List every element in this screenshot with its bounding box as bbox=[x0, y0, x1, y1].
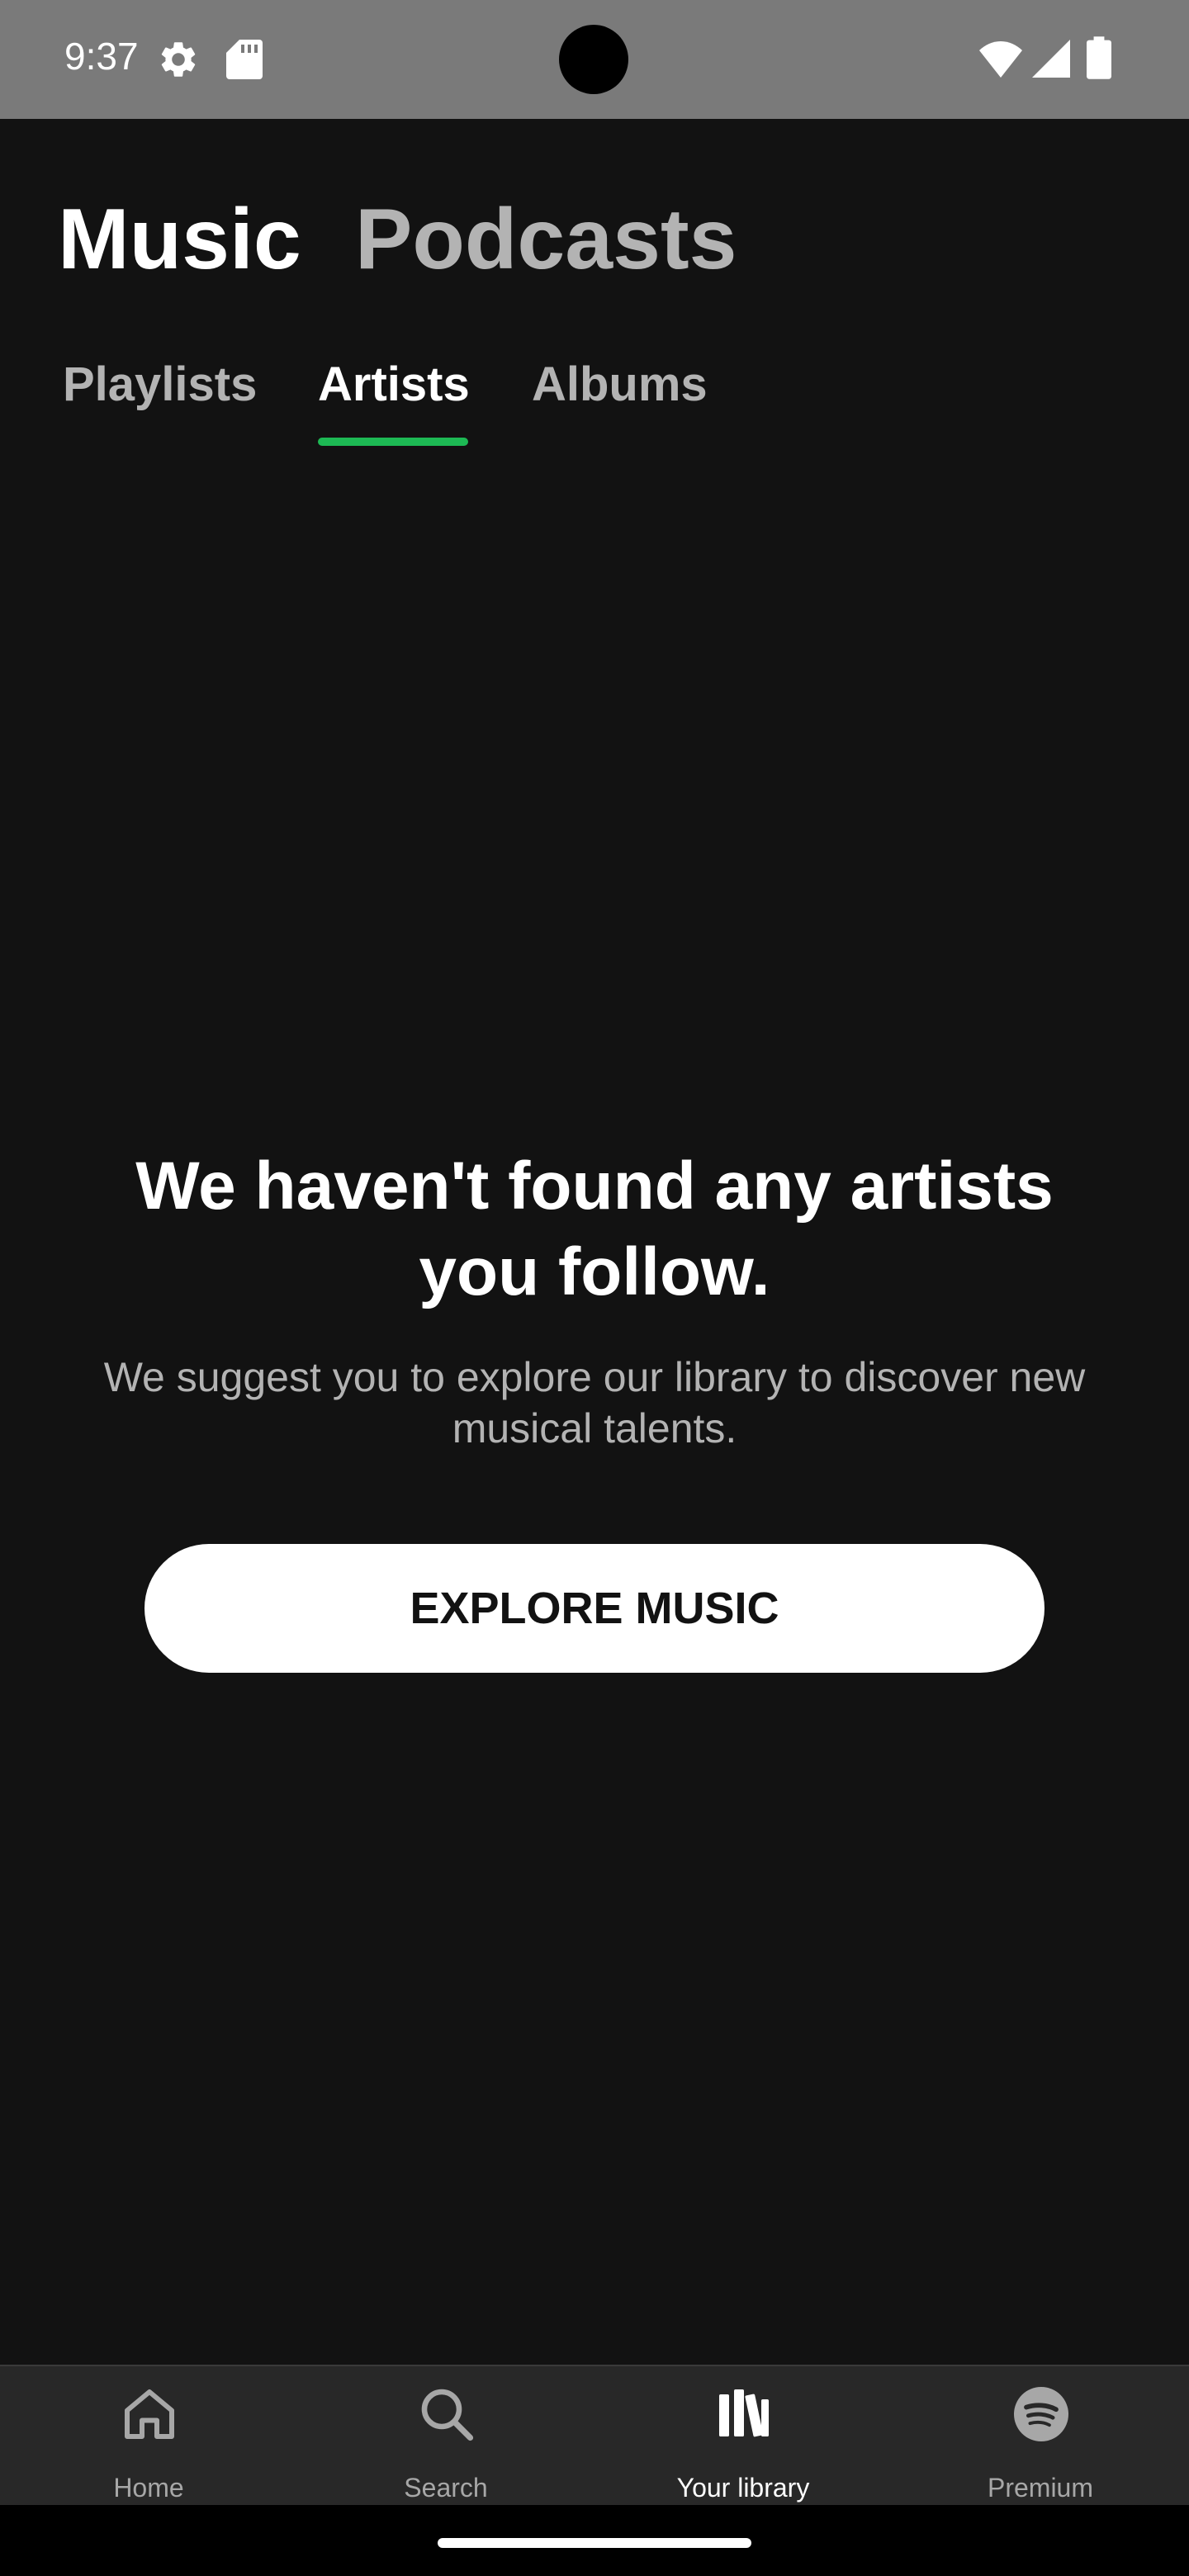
tab-playlists[interactable]: Playlists bbox=[63, 353, 257, 416]
wifi-icon bbox=[979, 41, 1022, 78]
system-navigation-bar bbox=[0, 2505, 1189, 2576]
signal-icon bbox=[1032, 40, 1070, 78]
tab-podcasts[interactable]: Podcasts bbox=[355, 182, 737, 297]
bottom-navigation: Home Search Your library Premium bbox=[0, 2365, 1189, 2507]
tab-artists[interactable]: Artists bbox=[318, 353, 470, 416]
nav-item-home[interactable]: Home bbox=[0, 2366, 297, 2507]
nav-item-search[interactable]: Search bbox=[297, 2366, 594, 2507]
sd-card-icon bbox=[226, 40, 263, 79]
nav-item-your-library[interactable]: Your library bbox=[594, 2366, 892, 2507]
status-bar: 9:37 bbox=[0, 0, 1189, 119]
home-gesture-indicator[interactable] bbox=[438, 2538, 751, 2548]
nav-item-premium[interactable]: Premium bbox=[892, 2366, 1189, 2507]
library-icon bbox=[719, 2389, 769, 2437]
empty-state-heading: We haven't found any artists you follow. bbox=[135, 1148, 1054, 1309]
tab-music[interactable]: Music bbox=[58, 182, 301, 297]
nav-label-premium: Premium bbox=[987, 2473, 1093, 2503]
nav-label-home: Home bbox=[113, 2473, 184, 2503]
tab-albums[interactable]: Albums bbox=[532, 353, 708, 416]
nav-label-your-library: Your library bbox=[676, 2473, 810, 2503]
empty-state-subtext: We suggest you to explore our library to… bbox=[103, 1354, 1086, 1451]
battery-icon bbox=[1087, 36, 1111, 79]
active-tab-indicator bbox=[318, 438, 468, 446]
explore-music-button[interactable]: EXPLORE MUSIC bbox=[144, 1544, 1045, 1673]
status-time: 9:37 bbox=[64, 35, 139, 78]
nav-label-search: Search bbox=[404, 2473, 488, 2503]
search-icon bbox=[421, 2389, 474, 2441]
camera-cutout bbox=[559, 25, 628, 94]
home-icon bbox=[125, 2389, 174, 2439]
spotify-icon bbox=[1014, 2387, 1068, 2441]
gear-icon bbox=[161, 42, 196, 77]
